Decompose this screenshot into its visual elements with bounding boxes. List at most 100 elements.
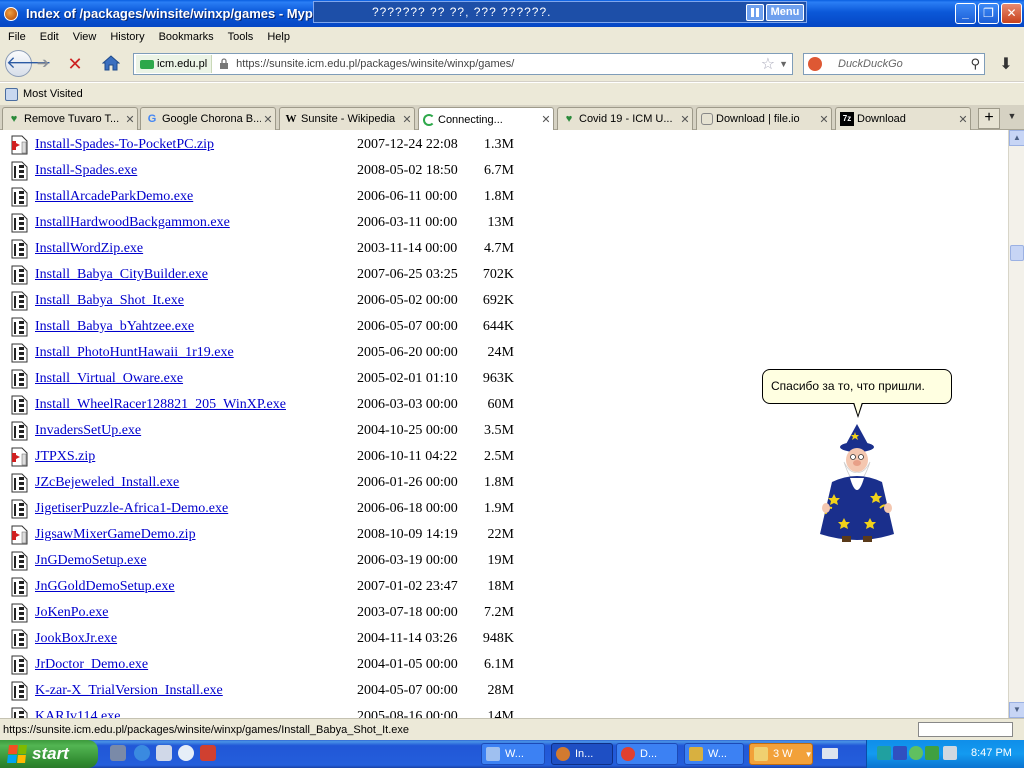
- exe-file-icon[interactable]: [11, 499, 28, 519]
- downloads-button[interactable]: ⬇: [993, 54, 1019, 76]
- menu-view[interactable]: View: [73, 31, 97, 43]
- quicklaunch-ie-icon[interactable]: [134, 745, 150, 761]
- file-link[interactable]: JigetiserPuzzle-Africa1-Demo.exe: [35, 501, 228, 517]
- start-button[interactable]: start: [0, 740, 98, 768]
- file-link[interactable]: JnGGoldDemoSetup.exe: [35, 579, 175, 595]
- merlin-wizard-agent[interactable]: [814, 422, 900, 548]
- taskbar-item-folder-group[interactable]: 3 W ▼: [749, 743, 813, 765]
- taskbar-item-mypal[interactable]: In...: [551, 743, 613, 765]
- url-history-dropdown-icon[interactable]: ▼: [779, 59, 788, 69]
- search-box[interactable]: DuckDuckGo ⚲: [803, 53, 985, 75]
- file-link[interactable]: Install-Spades.exe: [35, 163, 137, 179]
- file-link[interactable]: JookBoxJr.exe: [35, 631, 117, 647]
- tray-security-icon[interactable]: [925, 746, 939, 760]
- file-link[interactable]: JnGDemoSetup.exe: [35, 553, 147, 569]
- quicklaunch-app-icon[interactable]: [200, 745, 216, 761]
- file-link[interactable]: Install_PhotoHuntHawaii_1r19.exe: [35, 345, 234, 361]
- file-link[interactable]: JoKenPo.exe: [35, 605, 109, 621]
- tab-close-icon[interactable]: ✕: [123, 113, 137, 126]
- quicklaunch-explorer-icon[interactable]: [156, 745, 172, 761]
- volume-icon[interactable]: [943, 746, 957, 760]
- pause-button[interactable]: [746, 4, 764, 21]
- exe-file-icon[interactable]: [11, 265, 28, 285]
- forward-button[interactable]: ➔: [33, 54, 53, 74]
- tab-close-icon[interactable]: ✕: [539, 113, 553, 126]
- file-link[interactable]: Install_WheelRacer128821_205_WinXP.exe: [35, 397, 286, 413]
- minimize-button[interactable]: _: [955, 3, 976, 24]
- stop-button[interactable]: ✕: [62, 52, 88, 76]
- zip-file-icon[interactable]: [11, 525, 28, 545]
- site-identity-button[interactable]: icm.edu.pl: [136, 55, 213, 73]
- menu-bookmarks[interactable]: Bookmarks: [159, 31, 214, 43]
- tray-app-icon[interactable]: [877, 746, 891, 760]
- file-link[interactable]: InvadersSetUp.exe: [35, 423, 141, 439]
- url-bar[interactable]: icm.edu.pl https://sunsite.icm.edu.pl/pa…: [133, 53, 793, 75]
- tab-close-icon[interactable]: ✕: [817, 113, 831, 126]
- file-link[interactable]: Install_Virtual_Oware.exe: [35, 371, 183, 387]
- keyboard-icon[interactable]: [822, 748, 838, 759]
- exe-file-icon[interactable]: [11, 707, 28, 718]
- search-icon[interactable]: ⚲: [970, 56, 980, 72]
- exe-file-icon[interactable]: [11, 681, 28, 701]
- tab-close-icon[interactable]: ✕: [678, 113, 692, 126]
- search-input[interactable]: DuckDuckGo: [838, 58, 970, 70]
- scroll-down-button[interactable]: ▼: [1009, 702, 1024, 718]
- tab-remove-tuvaro[interactable]: ♥ Remove Tuvaro T... ✕: [2, 107, 138, 130]
- file-link[interactable]: K-zar-X_TrialVersion_Install.exe: [35, 683, 223, 699]
- close-button[interactable]: ✕: [1001, 3, 1022, 24]
- menu-help[interactable]: Help: [267, 31, 290, 43]
- file-link[interactable]: Install_Babya_Shot_It.exe: [35, 293, 184, 309]
- exe-file-icon[interactable]: [11, 213, 28, 233]
- exe-file-icon[interactable]: [11, 343, 28, 363]
- duckduckgo-icon[interactable]: [808, 57, 822, 71]
- tab-close-icon[interactable]: ✕: [261, 113, 275, 126]
- home-button[interactable]: [98, 52, 124, 76]
- menu-history[interactable]: History: [110, 31, 144, 43]
- tab-download[interactable]: 7z Download ✕: [835, 107, 971, 130]
- tab-close-icon[interactable]: ✕: [956, 113, 970, 126]
- exe-file-icon[interactable]: [11, 551, 28, 571]
- menu-file[interactable]: File: [8, 31, 26, 43]
- vertical-scrollbar[interactable]: ▲ ▼: [1008, 130, 1024, 718]
- tab-covid-icm[interactable]: ♥ Covid 19 - ICM U... ✕: [557, 107, 693, 130]
- quicklaunch-show-desktop-icon[interactable]: [110, 745, 126, 761]
- tab-connecting[interactable]: Connecting... ✕: [418, 107, 554, 131]
- tray-wizard-icon[interactable]: [893, 746, 907, 760]
- overlay-menu-button[interactable]: Menu: [766, 4, 804, 21]
- exe-file-icon[interactable]: [11, 317, 28, 337]
- exe-file-icon[interactable]: [11, 395, 28, 415]
- bookmark-star-icon[interactable]: ☆: [761, 54, 775, 74]
- file-link[interactable]: Install_Babya_bYahtzee.exe: [35, 319, 194, 335]
- exe-file-icon[interactable]: [11, 473, 28, 493]
- menu-edit[interactable]: Edit: [40, 31, 59, 43]
- back-button[interactable]: 🡐: [5, 50, 52, 77]
- zip-file-icon[interactable]: [11, 135, 28, 155]
- tab-sunsite-wikipedia[interactable]: W Sunsite - Wikipedia ✕: [279, 107, 415, 130]
- file-link[interactable]: InstallArcadeParkDemo.exe: [35, 189, 193, 205]
- taskbar-item-window-1[interactable]: W...: [481, 743, 545, 765]
- most-visited-bookmark[interactable]: Most Visited: [23, 88, 83, 100]
- zip-file-icon[interactable]: [11, 447, 28, 467]
- tab-google-chorona[interactable]: G Google Chorona B... ✕: [140, 107, 276, 130]
- file-link[interactable]: InstallHardwoodBackgammon.exe: [35, 215, 230, 231]
- tab-download-fileio[interactable]: Download | file.io ✕: [696, 107, 832, 130]
- scrollbar-thumb[interactable]: [1010, 245, 1024, 261]
- new-tab-button[interactable]: +: [978, 108, 1000, 129]
- quicklaunch-media-player-icon[interactable]: [178, 745, 194, 761]
- maximize-button[interactable]: ❐: [978, 3, 999, 24]
- exe-file-icon[interactable]: [11, 239, 28, 259]
- menu-tools[interactable]: Tools: [228, 31, 254, 43]
- tray-globe-icon[interactable]: [909, 746, 923, 760]
- exe-file-icon[interactable]: [11, 161, 28, 181]
- file-link[interactable]: InstallWordZip.exe: [35, 241, 143, 257]
- file-link[interactable]: JigsawMixerGameDemo.zip: [35, 527, 196, 543]
- file-link[interactable]: Install-Spades-To-PocketPC.zip: [35, 137, 214, 153]
- exe-file-icon[interactable]: [11, 629, 28, 649]
- tab-close-icon[interactable]: ✕: [400, 113, 414, 126]
- clock[interactable]: 8:47 PM: [971, 747, 1012, 759]
- taskbar-item-window-2[interactable]: W...: [684, 743, 744, 765]
- exe-file-icon[interactable]: [11, 603, 28, 623]
- exe-file-icon[interactable]: [11, 187, 28, 207]
- scroll-up-button[interactable]: ▲: [1009, 130, 1024, 146]
- taskbar-item-chrome[interactable]: D...: [616, 743, 678, 765]
